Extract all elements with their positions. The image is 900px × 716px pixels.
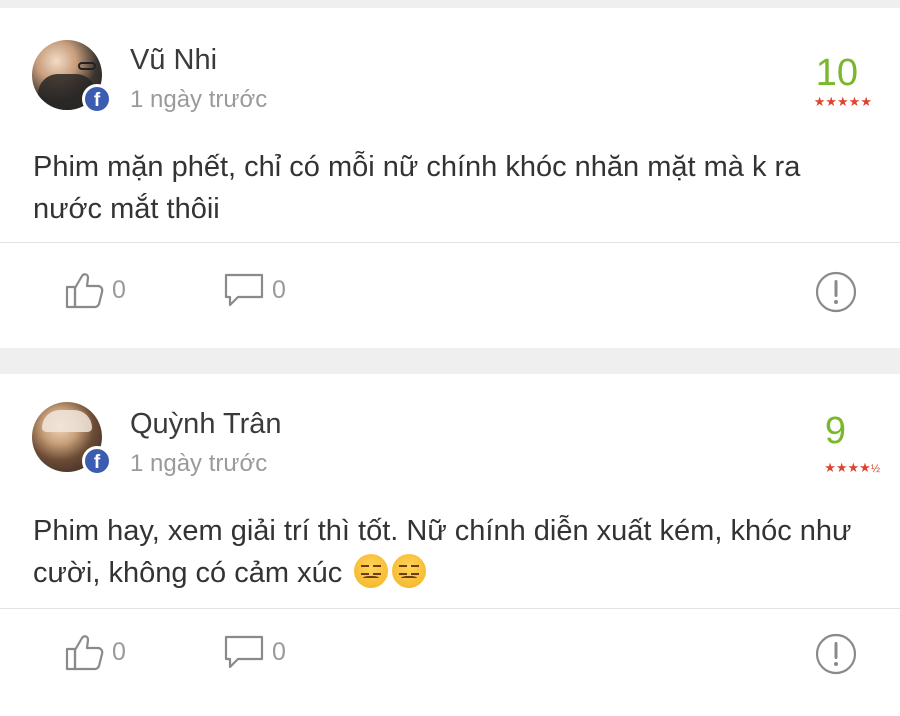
reply-count: 0 <box>272 275 286 304</box>
review-time: 1 ngày trước <box>130 86 268 113</box>
reply-count: 0 <box>272 637 286 666</box>
avatar-hat <box>42 410 92 432</box>
like-count: 0 <box>112 637 126 666</box>
exclamation-circle-icon <box>814 270 858 314</box>
rating-stars: ★★★★★ <box>814 94 872 110</box>
review-score: 10 <box>815 52 858 94</box>
divider <box>0 242 900 243</box>
star-icons: ★★★★ <box>824 460 871 475</box>
thumbs-up-icon <box>64 270 106 310</box>
divider <box>0 608 900 609</box>
thumbs-up-icon <box>64 632 106 672</box>
confounded-face-icon <box>392 554 427 588</box>
review-actions: 0 0 <box>0 632 900 692</box>
user-avatar-group[interactable]: f <box>32 40 112 116</box>
review-card: f Quỳnh Trân 1 ngày trước 9 ★★★★½ Phim h… <box>0 374 900 716</box>
reply-button[interactable]: 0 <box>222 632 286 672</box>
like-count: 0 <box>112 275 126 304</box>
top-spacer <box>0 0 900 8</box>
comment-text: Phim hay, xem giải trí thì tốt. Nữ chính… <box>33 515 852 589</box>
comment-icon <box>222 270 266 310</box>
confounded-face-icon <box>354 554 389 588</box>
like-button[interactable]: 0 <box>64 270 126 310</box>
reply-button[interactable]: 0 <box>222 270 286 310</box>
reviewer-name[interactable]: Quỳnh Trân <box>130 408 282 441</box>
facebook-icon: f <box>82 446 112 476</box>
review-comment: Phim hay, xem giải trí thì tốt. Nữ chính… <box>33 510 860 594</box>
reviewer-name[interactable]: Vũ Nhi <box>130 44 217 77</box>
section-spacer <box>0 348 900 374</box>
review-time: 1 ngày trước <box>130 450 268 477</box>
rating-stars: ★★★★½ <box>824 460 880 476</box>
report-button[interactable] <box>814 632 858 676</box>
facebook-icon: f <box>82 84 112 114</box>
review-card: f Vũ Nhi 1 ngày trước 10 ★★★★★ Phim mặn … <box>0 8 900 348</box>
user-avatar-group[interactable]: f <box>32 402 112 478</box>
comment-icon <box>222 632 266 672</box>
review-actions: 0 0 <box>0 270 900 330</box>
avatar-glasses <box>78 62 96 70</box>
report-button[interactable] <box>814 270 858 314</box>
exclamation-circle-icon <box>814 632 858 676</box>
star-icons: ★★★★★ <box>813 94 872 109</box>
review-comment: Phim mặn phết, chỉ có mỗi nữ chính khóc … <box>33 151 801 225</box>
half-star-icon: ½ <box>870 463 880 475</box>
like-button[interactable]: 0 <box>64 632 126 672</box>
review-score: 9 <box>824 410 846 452</box>
